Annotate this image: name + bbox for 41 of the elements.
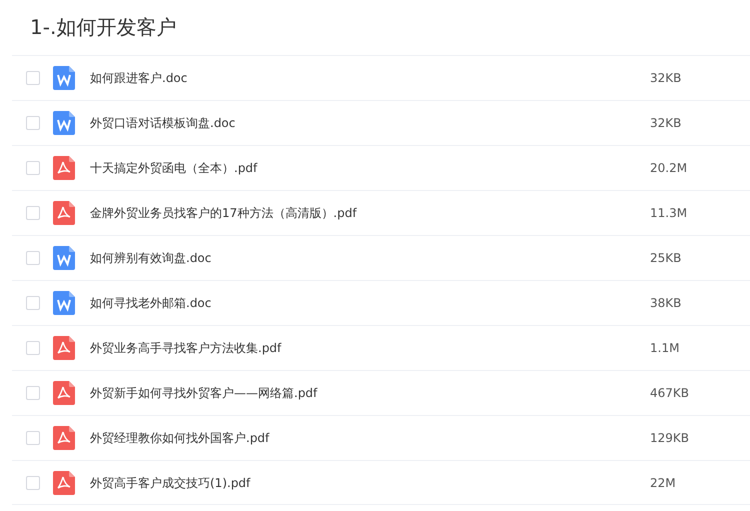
file-size: 38KB: [650, 295, 682, 312]
file-name[interactable]: 外贸高手客户成交技巧(1).pdf: [90, 474, 650, 492]
checkbox[interactable]: [26, 206, 40, 220]
pdf-document-icon: [53, 336, 75, 360]
word-document-icon: [53, 66, 75, 90]
file-size: 1.1M: [650, 340, 680, 357]
checkbox[interactable]: [26, 341, 40, 355]
pdf-document-icon: [53, 470, 75, 494]
file-name[interactable]: 如何跟进客户.doc: [90, 69, 650, 87]
checkbox[interactable]: [26, 431, 40, 445]
file-size: 11.3M: [650, 205, 688, 222]
pdf-document-icon: [53, 201, 75, 225]
file-size: 22M: [650, 474, 676, 492]
file-size: 20.2M: [650, 160, 688, 177]
checkbox[interactable]: [26, 116, 40, 130]
word-document-icon: [53, 111, 75, 135]
pdf-document-icon: [53, 381, 75, 405]
word-document-icon: [53, 291, 75, 315]
file-size: 32KB: [650, 115, 682, 132]
checkbox[interactable]: [26, 251, 40, 265]
pdf-document-icon: [53, 426, 75, 450]
pdf-document-icon: [53, 156, 75, 180]
file-size: 25KB: [650, 250, 682, 267]
file-name[interactable]: 如何寻找老外邮箱.doc: [90, 294, 650, 312]
file-name[interactable]: 外贸经理教你如何找外国客户.pdf: [90, 429, 650, 447]
checkbox[interactable]: [26, 71, 40, 85]
checkbox[interactable]: [26, 386, 40, 400]
word-document-icon: [53, 246, 75, 270]
folder-title: 1-.如何开发客户: [29, 14, 178, 41]
file-size: 32KB: [650, 70, 682, 87]
checkbox[interactable]: [26, 476, 40, 490]
file-size: 129KB: [650, 430, 690, 447]
file-name[interactable]: 外贸新手如何寻找外贸客户——网络篇.pdf: [90, 384, 650, 402]
file-name[interactable]: 如何辨别有效询盘.doc: [90, 249, 650, 267]
file-name[interactable]: 金牌外贸业务员找客户的17种方法（高清版）.pdf: [90, 204, 650, 222]
file-name[interactable]: 外贸口语对话模板询盘.doc: [90, 114, 650, 132]
file-name[interactable]: 外贸业务高手寻找客户方法收集.pdf: [90, 339, 650, 357]
checkbox[interactable]: [26, 161, 40, 175]
file-size: 467KB: [650, 385, 690, 402]
checkbox[interactable]: [26, 296, 40, 310]
file-name[interactable]: 十天搞定外贸函电（全本）.pdf: [90, 159, 650, 177]
